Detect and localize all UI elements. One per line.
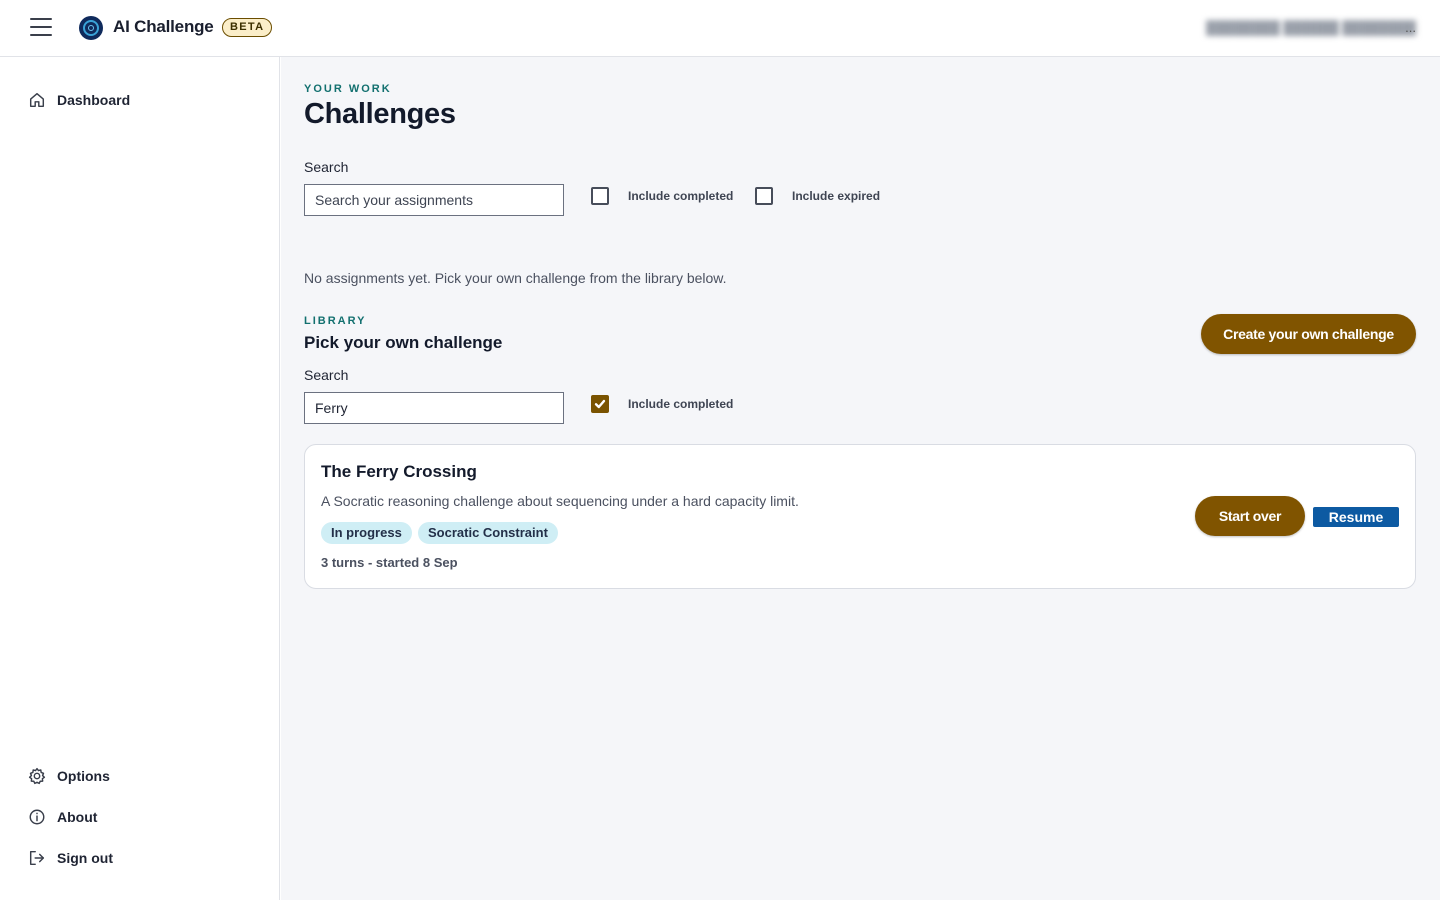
include-completed-library-label: Include completed (628, 397, 734, 411)
challenge-card: The Ferry Crossing A Socratic reasoning … (304, 444, 1416, 589)
page-title: Challenges (304, 98, 456, 130)
sidebar-item-options[interactable]: Options (28, 767, 110, 785)
sidebar-item-label: About (57, 809, 98, 825)
category-tag: Socratic Constraint (418, 522, 558, 544)
sidebar-item-label: Dashboard (57, 92, 131, 108)
create-challenge-button[interactable]: Create your own challenge (1201, 314, 1416, 354)
assignments-search-input[interactable] (304, 184, 564, 216)
challenge-description: A Socratic reasoning challenge about seq… (321, 493, 799, 509)
library-title: Pick your own challenge (304, 333, 503, 352)
include-completed-library-checkbox[interactable] (591, 395, 609, 413)
library-search-input[interactable] (304, 392, 564, 424)
assignments-search-label: Search (304, 159, 349, 175)
include-expired-label: Include expired (792, 189, 881, 203)
user-account-label[interactable]: ████████ ██████ ████████ (1206, 20, 1416, 35)
include-completed-assignments-checkbox[interactable] (591, 187, 609, 205)
empty-assignments-message: No assignments yet. Pick your own challe… (304, 270, 727, 286)
sidebar-item-sign-out[interactable]: Sign out (28, 849, 113, 867)
home-icon (29, 92, 45, 108)
sidebar-item-dashboard[interactable]: Dashboard (28, 91, 130, 109)
library-search-label: Search (304, 367, 349, 383)
resume-button[interactable]: Resume (1313, 507, 1399, 527)
challenge-title: The Ferry Crossing (321, 462, 477, 481)
gear-icon (28, 767, 46, 785)
sidebar-item-about[interactable]: About (28, 808, 97, 826)
challenge-meta: 3 turns - started 8 Sep (321, 555, 458, 570)
user-account-ellipsis[interactable]: ... (1405, 20, 1416, 35)
sidebar-item-label: Sign out (57, 850, 113, 866)
beta-badge: BETA (222, 18, 273, 37)
top-bar: AI Challenge BETA ████████ ██████ ██████… (0, 0, 1440, 57)
menu-icon[interactable] (30, 18, 52, 36)
start-over-button[interactable]: Start over (1195, 496, 1305, 536)
main-content: YOUR WORK Challenges Search Include comp… (281, 57, 1440, 900)
include-completed-assignments-label: Include completed (628, 189, 734, 203)
your-work-eyebrow: YOUR WORK (304, 83, 392, 95)
sidebar-item-label: Options (57, 768, 110, 784)
app-title: AI Challenge (113, 17, 214, 36)
status-badge: In progress (321, 522, 412, 544)
include-expired-checkbox[interactable] (755, 187, 773, 205)
app-logo-icon (79, 16, 103, 40)
sign-out-icon (29, 850, 45, 866)
checkmark-icon (594, 399, 606, 409)
sidebar: Dashboard Options About Sign out (0, 57, 280, 900)
library-eyebrow: LIBRARY (304, 315, 367, 327)
info-icon (29, 809, 45, 825)
